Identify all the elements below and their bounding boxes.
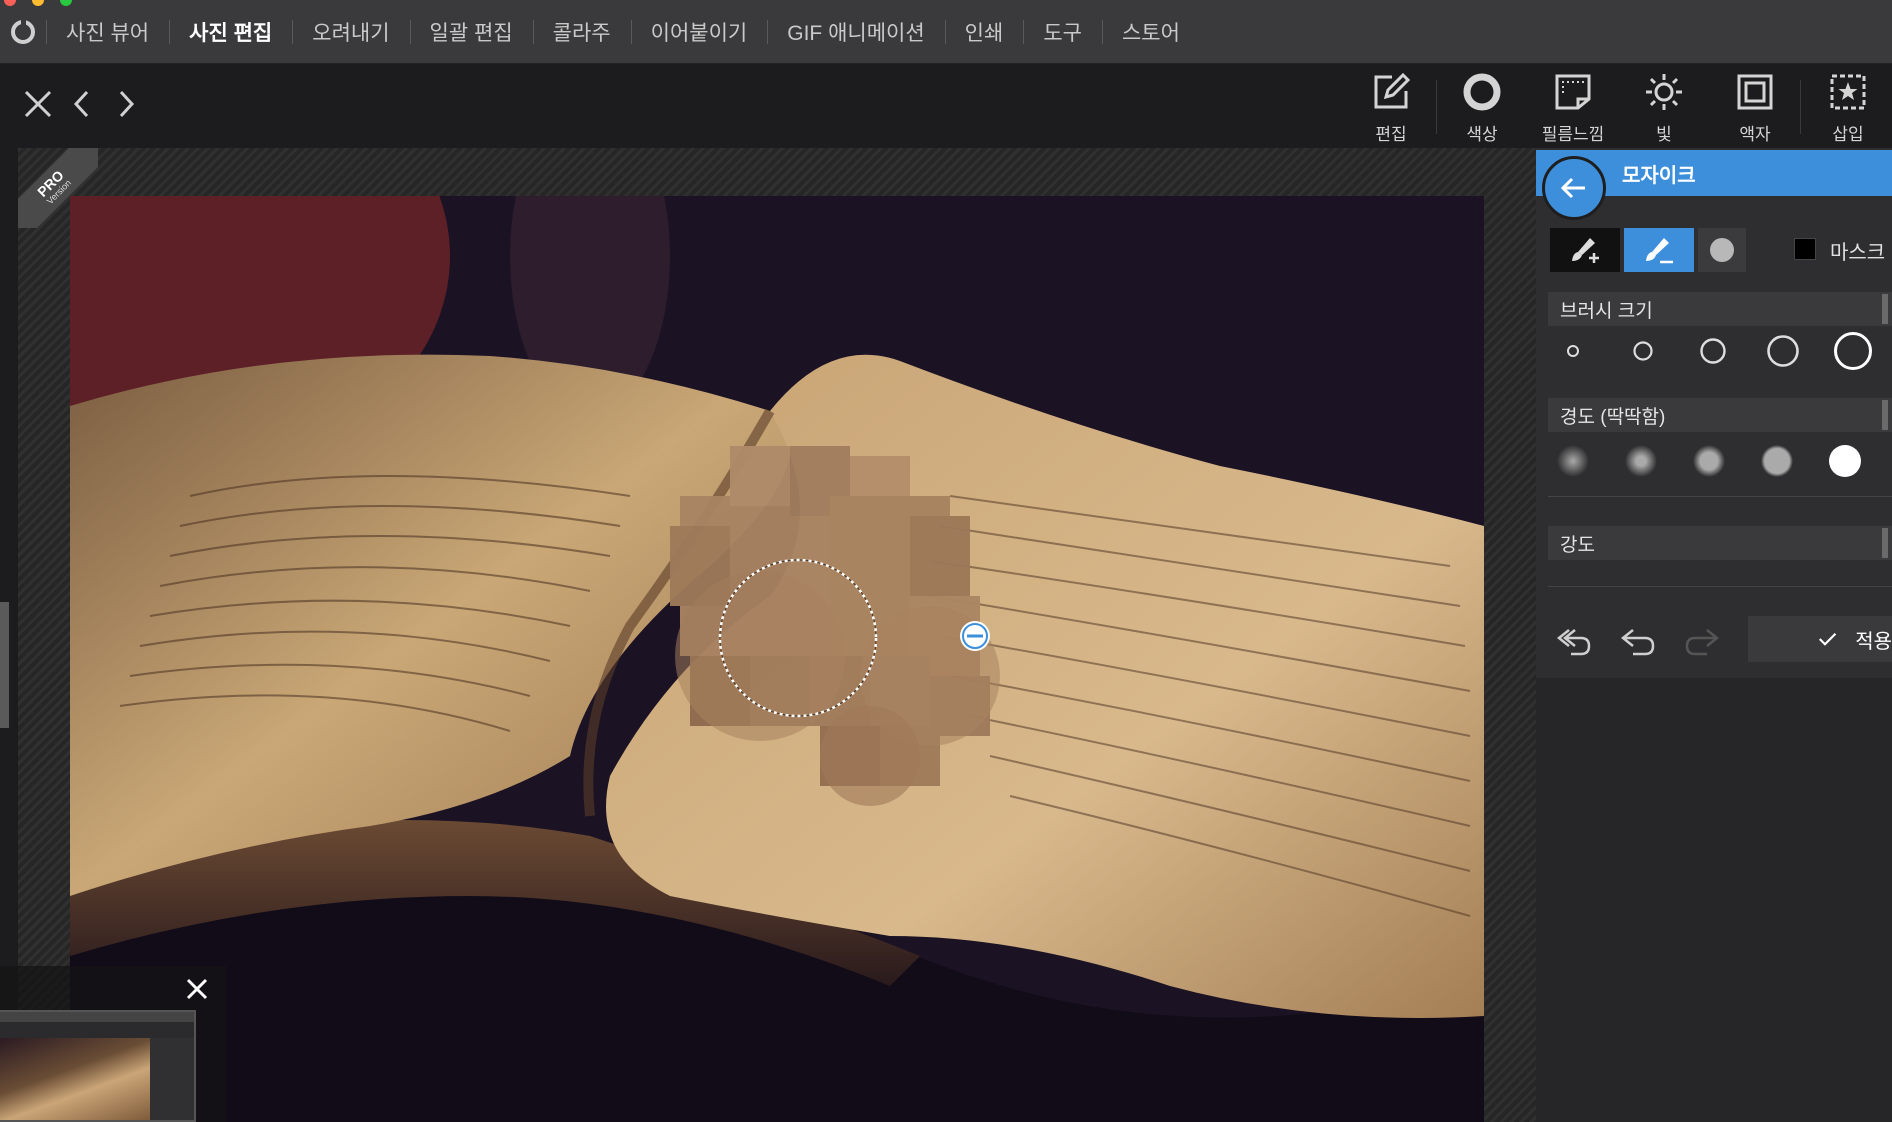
menu-gif-animation[interactable]: GIF 애니메이션 bbox=[767, 0, 944, 64]
panel-divider bbox=[1548, 586, 1892, 587]
brush-size-option-2[interactable] bbox=[1626, 334, 1660, 368]
close-window-button[interactable] bbox=[4, 0, 16, 6]
panel-empty-area bbox=[1536, 678, 1892, 1122]
reset-icon[interactable] bbox=[1552, 620, 1596, 664]
menu-photo-edit[interactable]: 사진 편집 bbox=[169, 0, 292, 64]
brush-size-options bbox=[1536, 328, 1892, 378]
hardness-option-2[interactable] bbox=[1622, 442, 1660, 480]
hardness-header: 경도 (딱딱함) bbox=[1548, 398, 1892, 432]
tool-film-label: 필름느낌 bbox=[1541, 125, 1605, 144]
panel-action-row: 적용 bbox=[1536, 616, 1892, 666]
top-menu-bar: 사진 뷰어 사진 편집 오려내기 일괄 편집 콜라주 이어붙이기 GIF 애니메… bbox=[0, 0, 1892, 64]
tool-light[interactable]: 빛 bbox=[1619, 70, 1709, 146]
tool-film[interactable]: 필름느낌 bbox=[1528, 70, 1618, 146]
apply-button[interactable]: 적용 bbox=[1748, 616, 1892, 662]
menu-print[interactable]: 인쇄 bbox=[944, 0, 1024, 64]
tool-frame-label: 액자 bbox=[1739, 125, 1771, 144]
tool-frame[interactable]: 액자 bbox=[1710, 70, 1800, 146]
menu-combine[interactable]: 이어붙이기 bbox=[630, 0, 768, 64]
menu-store[interactable]: 스토어 bbox=[1101, 0, 1200, 64]
panel-title: 모자이크 bbox=[1622, 164, 1696, 187]
hardness-option-5-selected[interactable] bbox=[1826, 442, 1864, 480]
fill-circle-button[interactable] bbox=[1698, 228, 1746, 272]
color-circle-icon bbox=[1462, 72, 1502, 112]
tool-edit-label: 편집 bbox=[1375, 125, 1407, 144]
brush-size-header: 브러시 크기 bbox=[1548, 292, 1892, 326]
menu-tools[interactable]: 도구 bbox=[1023, 0, 1102, 64]
sun-icon bbox=[1644, 72, 1684, 112]
brush-size-option-1[interactable] bbox=[1556, 334, 1590, 368]
menu-cutout[interactable]: 오려내기 bbox=[292, 0, 409, 64]
edit-icon bbox=[1371, 72, 1411, 112]
chevron-left-icon[interactable] bbox=[64, 86, 100, 122]
close-icon[interactable] bbox=[20, 86, 56, 122]
brush-size-option-5-selected[interactable] bbox=[1830, 328, 1876, 374]
screenshot-thumbnail[interactable] bbox=[0, 1010, 196, 1122]
app-logo-icon[interactable] bbox=[0, 0, 46, 64]
panel-divider bbox=[1548, 496, 1892, 497]
check-icon bbox=[1818, 632, 1837, 646]
frame-icon bbox=[1735, 72, 1775, 112]
hardness-option-1[interactable] bbox=[1554, 442, 1592, 480]
toolbar-divider bbox=[1800, 80, 1801, 134]
insert-star-icon bbox=[1828, 72, 1868, 112]
menu-photo-viewer[interactable]: 사진 뷰어 bbox=[46, 0, 169, 64]
photo-canvas-image[interactable] bbox=[70, 196, 1484, 1122]
mask-checkbox[interactable] bbox=[1794, 238, 1816, 260]
mask-label: 마스크 bbox=[1830, 242, 1886, 264]
film-icon bbox=[1553, 72, 1593, 112]
hardness-options bbox=[1536, 438, 1892, 488]
tool-light-label: 빛 bbox=[1656, 125, 1672, 144]
add-brush-button[interactable] bbox=[1550, 228, 1620, 272]
left-panel-handle[interactable] bbox=[0, 602, 9, 728]
minimize-window-button[interactable] bbox=[32, 0, 44, 6]
hardness-option-3[interactable] bbox=[1690, 442, 1728, 480]
chevron-right-icon[interactable] bbox=[108, 86, 144, 122]
mosaic-panel: 모자이크 마스크 브러시 크기 경도 (딱딱함) 강도 적용 bbox=[1536, 148, 1892, 1122]
brush-size-label: 브러시 크기 bbox=[1560, 300, 1653, 322]
back-arrow-icon[interactable] bbox=[1542, 156, 1606, 220]
strength-label: 강도 bbox=[1560, 534, 1595, 556]
tool-color-label: 색상 bbox=[1466, 125, 1498, 144]
close-icon[interactable] bbox=[180, 972, 214, 1006]
tool-color[interactable]: 색상 bbox=[1437, 70, 1527, 146]
brush-size-option-4[interactable] bbox=[1762, 330, 1804, 372]
apply-button-label: 적용 bbox=[1855, 630, 1892, 653]
hardness-label: 경도 (딱딱함) bbox=[1560, 406, 1666, 428]
screenshot-thumbnail-overlay bbox=[0, 966, 226, 1122]
menu-batch-edit[interactable]: 일괄 편집 bbox=[409, 0, 533, 64]
editor-toolbar: 편집 색상 필름느낌 빛 액자 삽입 bbox=[0, 64, 1892, 148]
menu-collage[interactable]: 콜라주 bbox=[532, 0, 631, 64]
brush-size-option-3[interactable] bbox=[1694, 332, 1732, 370]
tool-edit[interactable]: 편집 bbox=[1346, 70, 1436, 146]
tool-insert-label: 삽입 bbox=[1832, 125, 1864, 144]
brush-button[interactable] bbox=[1624, 228, 1694, 272]
hardness-option-4[interactable] bbox=[1758, 442, 1796, 480]
strength-header: 강도 bbox=[1548, 526, 1892, 560]
brush-mode-group bbox=[1550, 228, 1746, 272]
undo-icon[interactable] bbox=[1616, 620, 1660, 664]
redo-icon[interactable] bbox=[1680, 620, 1724, 664]
tool-insert[interactable]: 삽입 bbox=[1803, 70, 1892, 146]
